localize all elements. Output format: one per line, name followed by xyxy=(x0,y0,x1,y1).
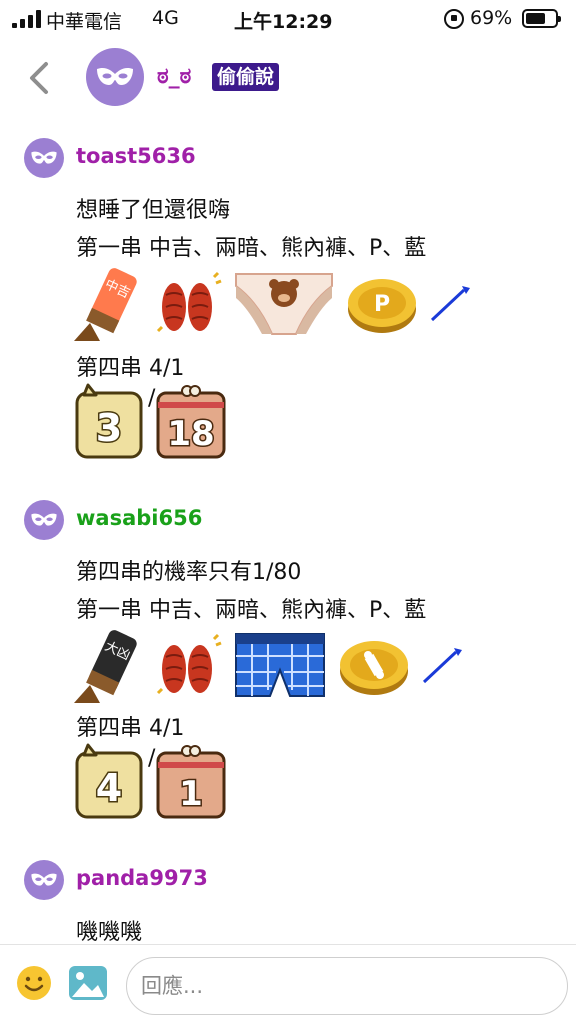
author-name[interactable]: toast5636 xyxy=(76,144,196,168)
signal-icon xyxy=(12,10,41,28)
post-line: 第四串 4/1 xyxy=(76,356,185,381)
plaid-boxers-icon xyxy=(235,633,325,697)
sticker-row: 中吉 P xyxy=(74,264,482,344)
bear-underwear-icon xyxy=(235,273,333,335)
chat-header: ಠ_ಠ 偷偷說 xyxy=(0,38,576,120)
post-line: 第四串的機率只有1/80 xyxy=(76,560,302,585)
board-badge[interactable]: 偷偷說 xyxy=(212,63,280,91)
clock: 上午12:29 xyxy=(234,11,333,33)
mask-icon xyxy=(31,873,57,886)
post-line: 想睡了但還很嗨 xyxy=(76,198,231,223)
die-value: 18 xyxy=(168,414,215,454)
coin-letter: P xyxy=(374,292,390,317)
die-value: 4 xyxy=(96,766,122,810)
post-line: 第一串 中吉、兩暗、熊內褲、P、藍 xyxy=(76,236,427,261)
network-type: 4G xyxy=(152,7,179,29)
yellow-die-icon: 4 xyxy=(75,743,143,819)
post-line: 嘰嘰嘰 xyxy=(76,920,143,945)
mask-icon xyxy=(31,513,57,526)
die-value: 3 xyxy=(96,406,122,450)
coin-p-icon: P xyxy=(348,279,416,333)
dice-row: 3 / 18 xyxy=(74,382,237,462)
sausage-icon xyxy=(156,633,222,695)
blue-wand-icon xyxy=(422,648,462,684)
reply-bar xyxy=(0,944,576,1024)
back-arrow-icon[interactable] xyxy=(24,58,58,98)
reply-input[interactable] xyxy=(126,957,568,1015)
mask-icon xyxy=(97,67,133,85)
battery-icon xyxy=(522,9,561,28)
red-die-icon: 18 xyxy=(156,385,226,459)
avatar[interactable] xyxy=(24,500,64,540)
avatar[interactable] xyxy=(24,138,64,178)
image-icon[interactable] xyxy=(68,965,108,1001)
status-bar: 中華電信 4G 上午12:29 69% xyxy=(0,0,576,38)
red-die-icon: 1 xyxy=(156,745,226,819)
post-line: 第四串 4/1 xyxy=(76,716,185,741)
rotation-lock-icon xyxy=(444,9,464,29)
dice-separator: / xyxy=(148,746,156,771)
author-name[interactable]: panda9973 xyxy=(76,866,208,890)
blue-wand-icon xyxy=(430,286,470,322)
mask-icon xyxy=(31,151,57,164)
battery-percent: 69% xyxy=(470,7,513,29)
die-value: 1 xyxy=(180,774,204,814)
sticker-row: 大凶 xyxy=(74,626,474,706)
coin-bone-icon xyxy=(340,641,408,695)
post-line: 第一串 中吉、兩暗、熊內褲、P、藍 xyxy=(76,598,427,623)
dice-row: 4 / 1 xyxy=(74,742,237,822)
avatar[interactable] xyxy=(86,48,144,106)
emoji-icon[interactable] xyxy=(16,965,52,1001)
author-name[interactable]: wasabi656 xyxy=(76,506,202,530)
chat-name: ಠ_ಠ xyxy=(157,64,192,89)
carrier-name: 中華電信 xyxy=(46,11,123,33)
stick-zhongji-icon: 中吉 xyxy=(74,268,137,341)
avatar[interactable] xyxy=(24,860,64,900)
dice-separator: / xyxy=(148,386,156,411)
sausage-icon xyxy=(156,271,222,333)
yellow-die-icon: 3 xyxy=(75,383,143,459)
stick-daxiong-icon: 大凶 xyxy=(74,630,137,703)
